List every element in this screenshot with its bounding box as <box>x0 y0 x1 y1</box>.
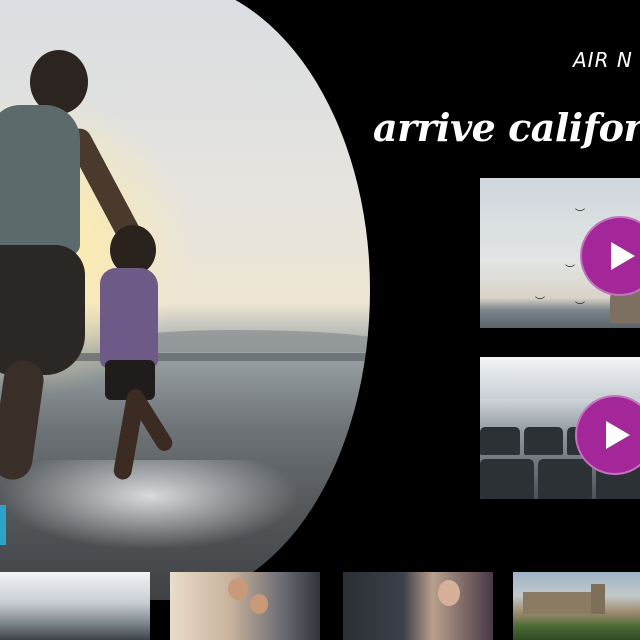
distant-hills <box>130 330 370 352</box>
thumb-passengers[interactable] <box>170 572 320 640</box>
bird-icon: ︶ <box>575 302 585 313</box>
bird-icon: ︶ <box>565 265 575 276</box>
thumbnail-strip <box>0 572 640 640</box>
side-tab[interactable] <box>0 505 6 545</box>
child-silhouette-body <box>100 268 158 368</box>
video-cabin-interior[interactable] <box>480 357 640 499</box>
thumb-castle-landscape[interactable] <box>513 572 640 640</box>
play-icon <box>611 242 635 270</box>
play-icon <box>606 421 630 449</box>
cabin-ceiling <box>480 357 640 399</box>
passenger-face <box>228 578 248 600</box>
water-splash <box>0 460 300 550</box>
thumb-inflight-entertainment[interactable] <box>343 572 493 640</box>
bird-icon: ︶ <box>535 297 545 308</box>
bird-icon: ︶ <box>575 209 585 220</box>
thumb-cabin[interactable] <box>0 572 150 640</box>
passenger-face <box>438 580 460 606</box>
hero-photo-beach-family <box>0 0 370 600</box>
mother-silhouette-body <box>0 105 80 255</box>
mother-silhouette-shorts <box>0 245 85 375</box>
passenger-face <box>250 594 268 614</box>
castle-tower <box>591 584 605 614</box>
shoreline <box>30 353 370 361</box>
headline: arrive califor <box>373 105 640 150</box>
brand-logo-text[interactable]: AIR N <box>573 48 633 72</box>
hero-banner: AIR N arrive califor ︶ ︶ ︶ ︶ <box>0 0 640 640</box>
play-button[interactable] <box>580 216 640 296</box>
video-california-coast[interactable]: ︶ ︶ ︶ ︶ <box>480 178 640 328</box>
